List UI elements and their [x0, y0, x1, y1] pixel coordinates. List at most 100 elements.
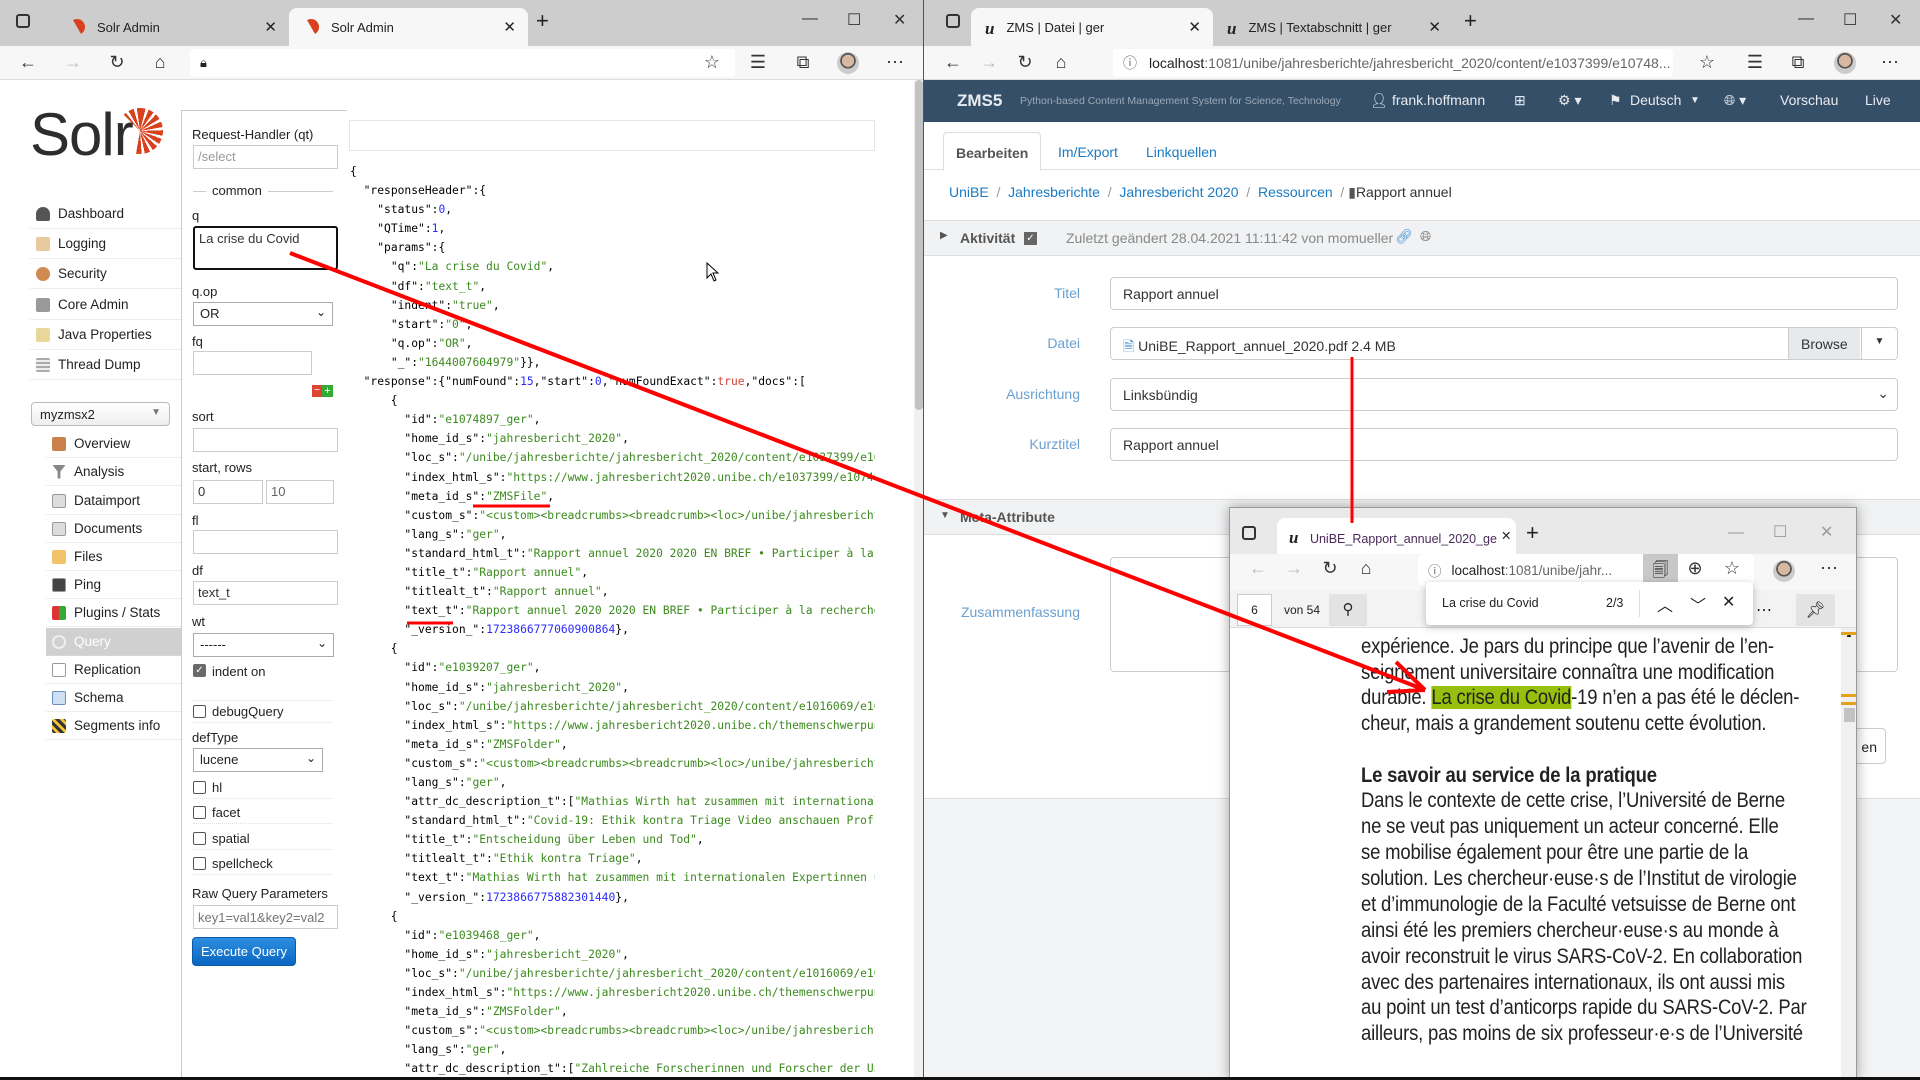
back-icon[interactable]: ←: [942, 52, 964, 73]
kurztitel-input[interactable]: Rapport annuel: [1110, 428, 1898, 461]
tab-bearbeiten[interactable]: Bearbeiten: [943, 132, 1042, 171]
reload-icon[interactable]: ↻: [1014, 52, 1036, 73]
user-name[interactable]: frank.hoffmann: [1392, 92, 1485, 108]
back-icon[interactable]: ←: [17, 52, 39, 73]
profile-avatar[interactable]: [837, 52, 859, 74]
breadcrumb-link[interactable]: Jahresberichte: [1008, 184, 1100, 200]
close-tab-icon[interactable]: ✕: [264, 18, 277, 36]
live-link[interactable]: Live: [1865, 92, 1891, 108]
add-favorite-icon[interactable]: ☆: [1721, 558, 1743, 579]
request-url-box[interactable]: [349, 120, 875, 151]
debugquery-checkbox[interactable]: debugQuery: [193, 701, 333, 723]
datei-file-input[interactable]: 🗎 UniBE_Rapport_annuel_2020.pdf 2.4 MB B…: [1110, 327, 1898, 360]
nav-java-properties[interactable]: Java Properties: [30, 320, 181, 350]
new-tab-button[interactable]: +: [1464, 8, 1477, 34]
tab-actions-icon[interactable]: [946, 14, 960, 28]
more-icon[interactable]: ⋯: [884, 52, 906, 73]
request-handler-input[interactable]: /select: [193, 145, 338, 169]
core-nav-plugins-stats[interactable]: Plugins / Stats: [46, 599, 181, 627]
core-nav-files[interactable]: Files: [46, 543, 181, 571]
forward-icon[interactable]: →: [62, 52, 84, 73]
minimize-icon[interactable]: —: [1798, 10, 1814, 28]
core-nav-dataimport[interactable]: Dataimport: [46, 487, 181, 515]
titel-input[interactable]: Rapport annuel: [1110, 277, 1898, 310]
fl-input[interactable]: [193, 530, 338, 554]
browser-tab-1[interactable]: Solr Admin ✕: [55, 8, 289, 46]
sitemap-icon[interactable]: ⊞: [1514, 92, 1526, 109]
scrollbar-thumb[interactable]: [915, 80, 923, 410]
breadcrumb-link[interactable]: Ressourcen: [1258, 184, 1333, 200]
tab-actions-icon[interactable]: [1242, 526, 1256, 540]
nav-security[interactable]: Security: [30, 259, 181, 289]
globe-icon[interactable]: 🌐︎ ▾: [1724, 92, 1746, 109]
tab-linkquellen[interactable]: Linkquellen: [1134, 132, 1229, 171]
browser-tab-zms-datei[interactable]: u ZMS | Datei | ger ✕: [971, 8, 1213, 46]
address-bar[interactable]: ⓘ localhost:1081/unibe/jahresberichte/ja…: [1113, 49, 1673, 77]
maximize-icon[interactable]: ☐: [847, 10, 861, 30]
nav-logging[interactable]: Logging: [30, 229, 181, 259]
close-tab-icon[interactable]: ✕: [1497, 528, 1512, 543]
core-nav-query[interactable]: Query: [46, 628, 181, 656]
core-nav-ping[interactable]: Ping: [46, 571, 181, 599]
fq-input[interactable]: [193, 351, 312, 375]
forward-icon[interactable]: →: [978, 52, 1000, 73]
core-nav-documents[interactable]: Documents: [46, 515, 181, 543]
spatial-checkbox[interactable]: spatial: [193, 828, 333, 850]
close-tab-icon[interactable]: ✕: [1188, 18, 1201, 36]
browser-tab-zms-textabschnitt[interactable]: u ZMS | Textabschnitt | ger ✕: [1213, 8, 1453, 46]
wt-select[interactable]: ------ ⌄: [193, 633, 334, 657]
more-icon[interactable]: ⋯: [1879, 52, 1901, 73]
close-window-icon[interactable]: ✕: [1889, 10, 1902, 30]
add-favorite-icon[interactable]: ☆: [1696, 52, 1718, 73]
sort-input[interactable]: [193, 428, 338, 452]
vertical-scrollbar[interactable]: [914, 80, 923, 1080]
hl-checkbox[interactable]: hl: [193, 777, 333, 799]
globe-icon[interactable]: 🌐︎: [1420, 228, 1431, 245]
core-nav-replication[interactable]: Replication: [46, 656, 181, 684]
preview-link[interactable]: Vorschau: [1780, 92, 1838, 108]
favorites-icon[interactable]: ☰: [747, 52, 769, 73]
add-fq-icon[interactable]: +: [322, 385, 333, 397]
indent-checkbox[interactable]: ✓ indent on: [193, 661, 333, 701]
favorites-icon[interactable]: ☰: [1744, 52, 1766, 73]
rows-input[interactable]: 10: [266, 480, 334, 504]
home-icon[interactable]: ⌂: [149, 52, 171, 73]
home-icon[interactable]: ⌂: [1355, 558, 1377, 579]
gear-icon[interactable]: ⚙ ▾: [1558, 92, 1581, 109]
start-input[interactable]: 0: [193, 480, 263, 504]
minimize-icon[interactable]: —: [802, 10, 818, 28]
new-tab-button[interactable]: +: [1526, 520, 1539, 546]
pdf-tab[interactable]: u UniBE_Rapport_annuel_2020_ger ✕: [1277, 518, 1516, 554]
profile-avatar[interactable]: [1834, 52, 1856, 74]
close-tab-icon[interactable]: ✕: [503, 18, 516, 36]
find-previous-icon[interactable]: ︿: [1657, 592, 1673, 616]
find-close-icon[interactable]: ✕: [1722, 592, 1735, 612]
deftype-select[interactable]: lucene ⌄: [193, 748, 323, 772]
profile-avatar[interactable]: [1773, 560, 1795, 582]
close-window-icon[interactable]: ✕: [893, 10, 906, 30]
close-tab-icon[interactable]: ✕: [1428, 18, 1441, 36]
back-icon[interactable]: ←: [1247, 558, 1269, 579]
maximize-icon[interactable]: ☐: [1773, 522, 1787, 542]
breadcrumb-link[interactable]: UniBE: [949, 184, 989, 200]
collections-icon[interactable]: ⧉: [792, 52, 814, 73]
browse-button[interactable]: Browse: [1788, 328, 1860, 359]
forward-icon[interactable]: →: [1283, 558, 1305, 579]
tab-actions-icon[interactable]: [16, 14, 30, 28]
zoom-icon[interactable]: ⊕: [1684, 558, 1706, 579]
pin-toolbar-button[interactable]: 📌︎: [1796, 594, 1835, 626]
facet-checkbox[interactable]: facet: [193, 802, 333, 824]
nav-dashboard[interactable]: Dashboard: [30, 199, 181, 229]
more-icon[interactable]: ⋯: [1756, 600, 1772, 620]
qop-select[interactable]: OR ⌄: [193, 302, 333, 326]
core-nav-analysis[interactable]: Analysis: [46, 458, 181, 486]
execute-query-button[interactable]: Execute Query: [192, 937, 296, 966]
address-bar[interactable]: 🔒︎: [190, 49, 735, 77]
more-icon[interactable]: ⋯: [1818, 558, 1840, 579]
reload-icon[interactable]: ↻: [106, 52, 128, 73]
activity-checkbox[interactable]: ✓: [1024, 232, 1037, 245]
add-favorite-icon[interactable]: ☆: [701, 52, 723, 73]
df-input[interactable]: text_t: [193, 581, 338, 605]
tab-im-export[interactable]: Im/Export: [1046, 132, 1130, 171]
collections-icon[interactable]: ⧉: [1787, 52, 1809, 73]
